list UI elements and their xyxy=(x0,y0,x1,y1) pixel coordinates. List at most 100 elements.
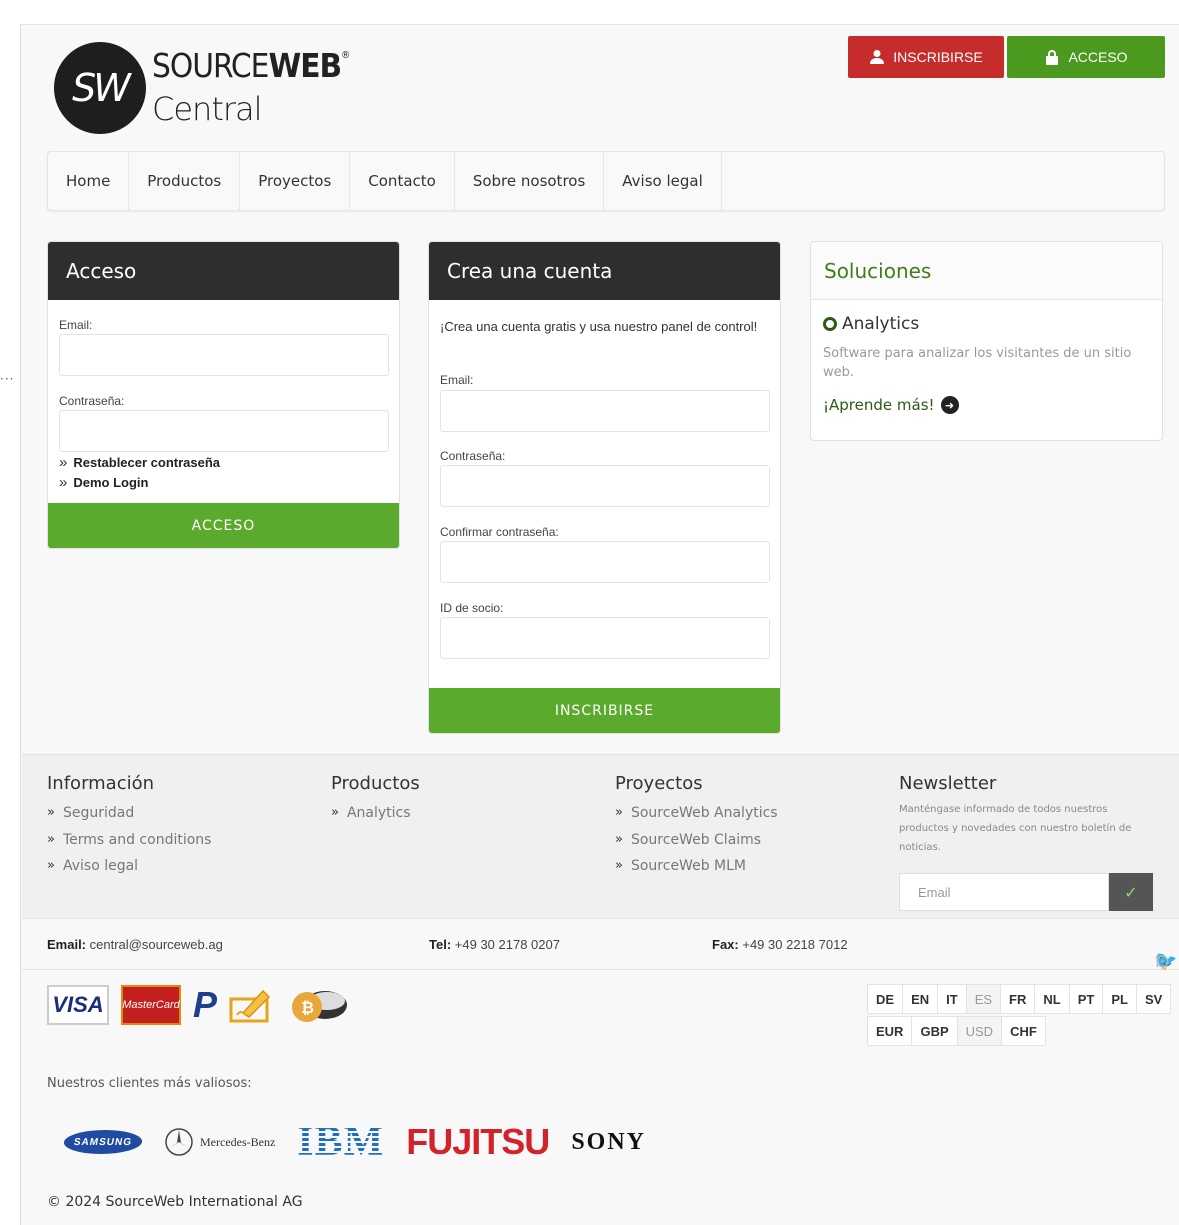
double-chevron-icon: » xyxy=(331,805,339,820)
lang-it[interactable]: IT xyxy=(937,984,967,1014)
copyright: © 2024 SourceWeb International AG xyxy=(47,1194,303,1210)
double-chevron-icon: » xyxy=(47,831,55,847)
reset-password-link[interactable]: » Restablecer contraseña xyxy=(59,454,220,471)
learn-more-label: ¡Aprende más! xyxy=(823,396,935,414)
main-nav: Home Productos Proyectos Contacto Sobre … xyxy=(47,151,1165,211)
footer-link-seguridad[interactable]: » Seguridad xyxy=(47,800,211,827)
youtube-icon[interactable]: ⊙ xyxy=(1155,951,1170,972)
lang-es[interactable]: ES xyxy=(965,984,1002,1014)
footer-link-analytics[interactable]: » Analytics xyxy=(331,800,420,827)
contact-bar: Email: central@sourceweb.ag Tel: +49 30 … xyxy=(22,918,1179,972)
circle-icon xyxy=(823,317,837,331)
solutions-panel: Soluciones Analytics Software para anali… xyxy=(810,241,1163,441)
double-chevron-icon: » xyxy=(47,805,55,820)
currency-eur[interactable]: EUR xyxy=(867,1016,913,1046)
partner-id-input[interactable] xyxy=(440,617,770,659)
logo-subtitle: Central xyxy=(152,90,263,128)
demo-login-label: Demo Login xyxy=(73,475,149,490)
nav-sobre-nosotros[interactable]: Sobre nosotros xyxy=(455,152,605,210)
lang-en[interactable]: EN xyxy=(902,984,939,1014)
partner-id-label: ID de socio: xyxy=(440,601,504,615)
footer-link-sw-analytics[interactable]: » SourceWeb Analytics xyxy=(615,800,778,827)
mercedes-logo: Mercedes-Benz xyxy=(164,1127,275,1157)
contact-email[interactable]: Email: central@sourceweb.ag xyxy=(47,937,223,952)
svg-text:₿: ₿ xyxy=(301,999,314,1017)
lock-icon xyxy=(1046,50,1059,65)
signup-intro: ¡Crea una cuenta gratis y usa nuestro pa… xyxy=(440,319,758,334)
user-icon xyxy=(870,50,885,64)
currency-gbp[interactable]: GBP xyxy=(911,1016,958,1046)
footer-products-column: Productos » Analytics xyxy=(331,773,420,827)
register-button[interactable]: INSCRIBIRSE xyxy=(848,36,1004,78)
mercedes-star-icon xyxy=(165,1128,193,1156)
login-submit-button[interactable]: ACCESO xyxy=(48,503,399,548)
nav-productos[interactable]: Productos xyxy=(129,152,241,210)
cheque-icon xyxy=(229,989,271,1023)
ibm-logo: IBM xyxy=(297,1119,385,1165)
demo-login-link[interactable]: » Demo Login xyxy=(59,474,148,491)
fujitsu-logo: FUJITSU xyxy=(406,1121,550,1162)
lang-fr[interactable]: FR xyxy=(1000,984,1036,1014)
login-panel: Acceso Email: Contraseña: » Restablecer c… xyxy=(47,241,400,549)
footer-link-sw-mlm[interactable]: » SourceWeb MLM xyxy=(615,853,778,880)
footer-link-terms[interactable]: » Terms and conditions xyxy=(47,827,211,854)
footer-products-title: Productos xyxy=(331,773,420,794)
mastercard-logo: MasterCard xyxy=(121,985,181,1025)
lang-sv[interactable]: SV xyxy=(1135,984,1172,1014)
sony-logo: SONY xyxy=(571,1128,646,1155)
footer-link-sw-claims[interactable]: » SourceWeb Claims xyxy=(615,827,778,854)
currency-selector: EUR GBP USD CHF xyxy=(867,1016,1046,1046)
signup-submit-button[interactable]: INSCRIBIRSE xyxy=(429,688,780,733)
login-password-label: Contraseña: xyxy=(59,394,125,408)
newsletter-email-input[interactable]: Email xyxy=(899,873,1109,911)
samsung-logo: SAMSUNG xyxy=(61,1130,145,1154)
double-chevron-icon: » xyxy=(615,858,623,873)
lang-nl[interactable]: NL xyxy=(1034,984,1070,1014)
double-chevron-icon: » xyxy=(59,474,68,491)
footer-link-aviso-legal[interactable]: » Aviso legal xyxy=(47,853,211,880)
login-label: ACCESO xyxy=(1068,49,1128,65)
currency-usd[interactable]: USD xyxy=(956,1016,1003,1046)
payment-methods: VISA MasterCard P ₿ xyxy=(47,984,351,1026)
paypal-icon: P xyxy=(193,984,218,1025)
login-email-input[interactable] xyxy=(59,334,389,376)
double-chevron-icon: » xyxy=(615,831,623,847)
signup-confirm-input[interactable] xyxy=(440,541,770,583)
nav-aviso-legal[interactable]: Aviso legal xyxy=(604,152,722,210)
newsletter-title: Newsletter xyxy=(899,773,997,794)
double-chevron-icon: » xyxy=(47,858,55,873)
logo-wordmark: SOURCEWEB® xyxy=(152,46,350,85)
login-button[interactable]: ACCESO xyxy=(1007,36,1165,78)
double-chevron-icon: » xyxy=(615,805,623,820)
analytics-description: Software para analizar los visitantes de… xyxy=(823,346,1132,380)
side-ellipsis: ··· xyxy=(0,372,15,386)
logo-mark: SW xyxy=(54,42,146,134)
signup-password-input[interactable] xyxy=(440,465,770,507)
signup-confirm-label: Confirmar contraseña: xyxy=(440,525,559,539)
signup-panel: Crea una cuenta ¡Crea una cuenta gratis … xyxy=(428,241,781,734)
signup-email-input[interactable] xyxy=(440,390,770,432)
login-password-input[interactable] xyxy=(59,410,389,452)
nav-proyectos[interactable]: Proyectos xyxy=(240,152,351,210)
lang-pt[interactable]: PT xyxy=(1068,984,1104,1014)
double-chevron-icon: » xyxy=(59,454,68,471)
contact-tel: Tel: +49 30 2178 0207 xyxy=(429,937,560,952)
solutions-panel-title: Soluciones xyxy=(811,242,1162,300)
arrow-right-circle-icon: ➜ xyxy=(940,396,959,414)
nav-home[interactable]: Home xyxy=(48,152,130,210)
nav-contacto[interactable]: Contacto xyxy=(350,152,455,210)
footer-info-column: Información » Seguridad » Terms and condit… xyxy=(47,773,211,880)
learn-more-link[interactable]: ¡Aprende más! ➜ xyxy=(823,396,959,414)
newsletter-submit-button[interactable]: ✓ xyxy=(1109,873,1153,911)
lang-de[interactable]: DE xyxy=(867,984,904,1014)
currency-chf[interactable]: CHF xyxy=(1001,1016,1046,1046)
site-logo[interactable]: SW SOURCEWEB® Central xyxy=(54,42,354,138)
analytics-title: Analytics xyxy=(842,314,920,334)
register-label: INSCRIBIRSE xyxy=(893,49,983,65)
reset-password-label: Restablecer contraseña xyxy=(73,455,221,470)
analytics-heading: Analytics xyxy=(823,314,919,334)
signup-panel-title: Crea una cuenta xyxy=(429,242,780,300)
footer-newsletter-column: Newsletter Manténgase informado de todos… xyxy=(899,773,1159,913)
footer-info-title: Información xyxy=(47,773,155,794)
lang-pl[interactable]: PL xyxy=(1102,984,1137,1014)
